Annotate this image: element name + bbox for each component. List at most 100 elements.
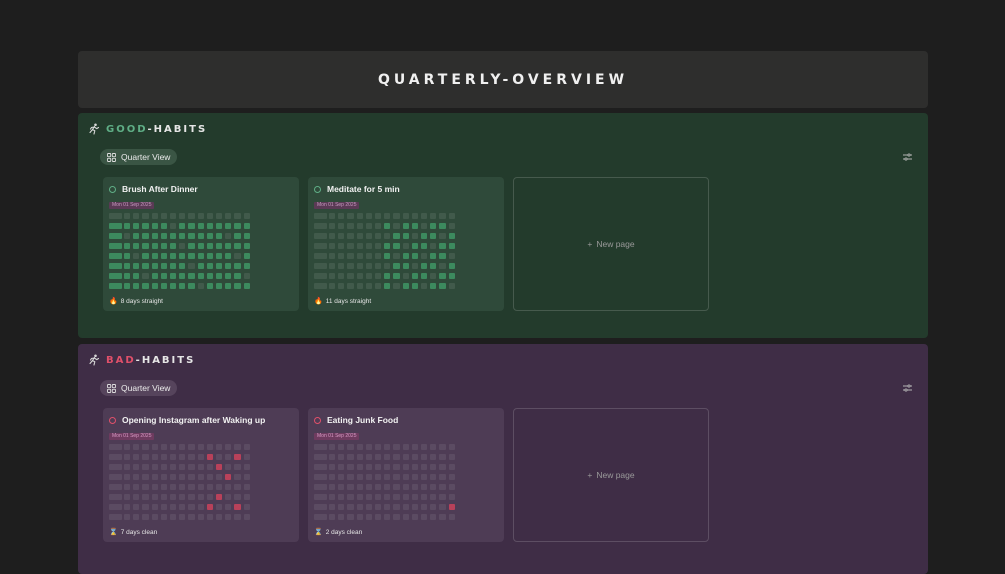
grid-day-cell — [179, 273, 186, 280]
grid-label-cell — [170, 213, 177, 220]
quarter-view-tab[interactable]: Quarter View — [100, 149, 178, 165]
grid-day-cell — [234, 273, 241, 280]
grid-day-cell — [384, 494, 391, 501]
grid-day-cell — [170, 253, 177, 260]
grid-day-cell — [365, 243, 372, 250]
grid-label-cell — [109, 504, 122, 511]
grid-day-cell — [338, 514, 345, 521]
grid-label-cell — [197, 444, 204, 451]
grid-day-cell — [393, 233, 400, 240]
grid-day-cell — [216, 273, 223, 280]
grid-day-cell — [421, 253, 428, 260]
grid-day-cell — [430, 514, 437, 521]
grid-label-cell — [384, 213, 391, 220]
streak-text: 2 days clean — [325, 528, 363, 536]
grid-label-cell — [188, 444, 195, 451]
grid-day-cell — [393, 283, 400, 290]
grid-day-cell — [243, 233, 250, 240]
grid-label-cell — [356, 213, 363, 220]
grid-day-cell — [124, 484, 131, 491]
grid-day-cell — [365, 233, 372, 240]
filter-settings-icon[interactable] — [903, 384, 912, 392]
quarter-view-label: Quarter View — [121, 383, 171, 393]
grid-label-cell — [314, 494, 327, 501]
grid-label-cell — [206, 444, 213, 451]
grid-day-cell — [179, 223, 186, 230]
grid-day-cell — [411, 263, 418, 270]
grid-day-cell — [375, 263, 382, 270]
grid-day-cell — [411, 243, 418, 250]
habit-status-icon — [109, 416, 116, 424]
grid-day-cell — [365, 253, 372, 260]
grid-day-cell — [197, 273, 204, 280]
grid-day-cell — [430, 243, 437, 250]
streak-text: 11 days straight — [325, 297, 372, 305]
grid-day-cell — [124, 253, 131, 260]
habit-card-junk-food[interactable]: Eating Junk Food Mon 01 Sep 2025 ⌛ 2 days… — [308, 408, 504, 542]
filter-settings-icon[interactable] — [903, 153, 912, 161]
grid-day-cell — [448, 263, 455, 270]
grid-day-cell — [160, 474, 167, 481]
grid-day-cell — [133, 263, 140, 270]
grid-day-cell — [430, 283, 437, 290]
grid-label-cell — [393, 444, 400, 451]
grid-day-cell — [411, 283, 418, 290]
grid-day-cell — [179, 464, 186, 471]
grid-label-cell — [439, 444, 446, 451]
grid-day-cell — [329, 273, 336, 280]
new-page-button[interactable]: + New page — [513, 408, 709, 542]
grid-day-cell — [179, 474, 186, 481]
grid-day-cell — [411, 504, 418, 511]
grid-day-cell — [421, 233, 428, 240]
streak-text: 7 days clean — [120, 528, 158, 536]
grid-day-cell — [329, 504, 336, 511]
grid-day-cell — [430, 454, 437, 461]
new-page-button[interactable]: + New page — [513, 177, 709, 311]
grid-label-cell — [197, 213, 204, 220]
grid-day-cell — [411, 494, 418, 501]
grid-day-cell — [234, 454, 241, 461]
habit-card-instagram[interactable]: Opening Instagram after Waking up Mon 01… — [103, 408, 299, 542]
habit-card-brush-after-dinner[interactable]: Brush After Dinner Mon 01 Sep 2025 🔥 8 da… — [103, 177, 299, 311]
grid-day-cell — [206, 223, 213, 230]
streak-indicator: 🔥 11 days straight — [314, 297, 372, 306]
grid-day-cell — [338, 273, 345, 280]
grid-day-cell — [243, 494, 250, 501]
grid-day-cell — [216, 283, 223, 290]
good-habits-section: GOOD -HABITS Quarter View Brush After Din… — [78, 113, 928, 338]
grid-day-cell — [448, 514, 455, 521]
grid-day-cell — [234, 494, 241, 501]
grid-day-cell — [151, 273, 158, 280]
grid-day-cell — [329, 494, 336, 501]
grid-day-cell — [338, 474, 345, 481]
quarter-view-tab[interactable]: Quarter View — [100, 380, 178, 396]
grid-day-cell — [225, 233, 232, 240]
grid-day-cell — [421, 464, 428, 471]
grid-day-cell — [188, 484, 195, 491]
quarter-view-label: Quarter View — [121, 152, 171, 162]
grid-day-cell — [448, 454, 455, 461]
grid-label-cell — [375, 213, 382, 220]
runner-icon — [89, 123, 100, 135]
habit-card-meditate[interactable]: Meditate for 5 min Mon 01 Sep 2025 🔥 11 d… — [308, 177, 504, 311]
grid-day-cell — [439, 283, 446, 290]
grid-day-cell — [329, 484, 336, 491]
grid-day-cell — [402, 494, 409, 501]
grid-day-cell — [448, 233, 455, 240]
grid-day-cell — [142, 454, 149, 461]
grid-day-cell — [206, 494, 213, 501]
grid-day-cell — [170, 283, 177, 290]
grid-day-cell — [347, 514, 354, 521]
grid-day-cell — [411, 273, 418, 280]
grid-day-cell — [142, 233, 149, 240]
grid-day-cell — [179, 243, 186, 250]
grid-day-cell — [439, 484, 446, 491]
grid-day-cell — [347, 454, 354, 461]
grid-day-cell — [188, 263, 195, 270]
grid-day-cell — [347, 253, 354, 260]
grid-label-cell — [109, 233, 122, 240]
grid-day-cell — [225, 484, 232, 491]
grid-day-cell — [170, 514, 177, 521]
grid-day-cell — [421, 223, 428, 230]
plus-icon: + — [587, 470, 593, 480]
